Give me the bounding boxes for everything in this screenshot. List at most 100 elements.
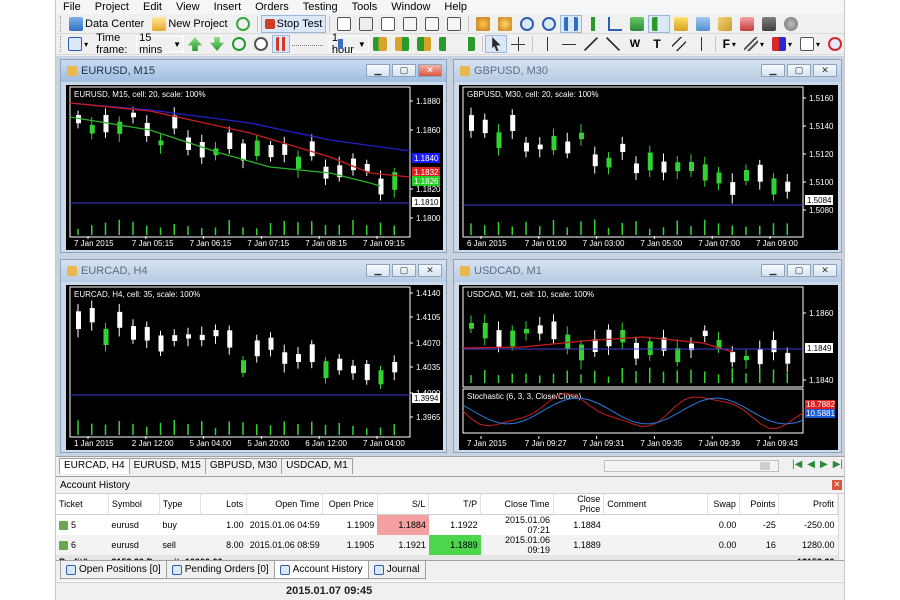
wave-button[interactable]: W xyxy=(624,35,646,53)
line-chart-button[interactable] xyxy=(604,15,626,33)
column-header[interactable]: Lots xyxy=(200,494,248,515)
menu-tools[interactable]: Tools xyxy=(345,0,385,14)
zoom-in-button[interactable] xyxy=(516,15,538,33)
chart-tab-eurusd[interactable]: EURUSD, M15 xyxy=(128,458,206,474)
tab-open-positions[interactable]: Open Positions [0] xyxy=(60,561,167,579)
jump-button[interactable] xyxy=(369,35,391,53)
table-row[interactable]: 6 eurusd sell 8.00 2015.01.06 08:59 1.19… xyxy=(56,535,838,555)
chart-titlebar[interactable]: EURCAD, H4 ▁ ▢ ✕ xyxy=(61,260,446,282)
prev-chart-icon[interactable]: ◀ xyxy=(807,459,815,470)
crosshair-button[interactable] xyxy=(507,35,529,53)
hline-button[interactable] xyxy=(558,35,580,53)
chart-window-usdcad[interactable]: USDCAD, M1 ▁ ▢ ✕ USDCAD, M1, cell: 10, s… xyxy=(453,259,842,453)
column-header[interactable]: S/L xyxy=(377,494,430,515)
chart-tab-eurcad[interactable]: EURCAD, H4 xyxy=(59,458,130,474)
bar-forward-button[interactable] xyxy=(457,35,479,53)
last-chart-icon[interactable]: ▶| xyxy=(833,459,843,470)
autoscroll-button[interactable] xyxy=(626,15,648,33)
timeframe-select[interactable]: 15 mins ▼ xyxy=(136,32,184,56)
minimize-button[interactable]: ▁ xyxy=(366,264,390,277)
menu-file[interactable]: File xyxy=(56,0,88,14)
strategy2-button[interactable] xyxy=(494,15,516,33)
reload-button[interactable] xyxy=(228,35,250,53)
chart-titlebar[interactable]: USDCAD, M1 ▁ ▢ ✕ xyxy=(454,260,841,282)
maximize-button[interactable]: ▢ xyxy=(787,264,811,277)
news-button[interactable] xyxy=(736,15,758,33)
first-chart-icon[interactable]: |◀ xyxy=(792,459,802,470)
column-header[interactable]: Close Price xyxy=(553,494,605,515)
menu-insert[interactable]: Insert xyxy=(207,0,249,14)
candle-chart-button[interactable] xyxy=(582,15,604,33)
print-button[interactable] xyxy=(355,15,377,33)
chart-window-eurcad[interactable]: EURCAD, H4 ▁ ▢ ✕ EURCAD, H4, cell: 35, s… xyxy=(60,259,447,453)
fibonacci-button[interactable]: F ▾ xyxy=(719,35,740,53)
ray-button[interactable] xyxy=(602,35,624,53)
stop-test-button[interactable]: Stop Test xyxy=(260,14,327,33)
tab-account-history[interactable]: Account History xyxy=(273,561,369,579)
column-header[interactable]: Open Time xyxy=(246,494,324,515)
cursor-button[interactable] xyxy=(485,35,508,53)
menu-edit[interactable]: Edit xyxy=(136,0,169,14)
portrait-button[interactable] xyxy=(333,15,355,33)
fill-button[interactable]: ▾ xyxy=(796,35,824,53)
next-chart-icon[interactable]: ▶ xyxy=(820,459,828,470)
step-down-button[interactable] xyxy=(206,35,228,53)
column-header[interactable]: T/P xyxy=(428,494,482,515)
chart-window-eurusd[interactable]: EURUSD, M15 ▁ ▢ ✕ EURUSD, M15, cell: 20,… xyxy=(60,59,447,253)
screenshot-button[interactable] xyxy=(758,15,780,33)
chart-titlebar[interactable]: EURUSD, M15 ▁ ▢ ✕ xyxy=(61,60,446,82)
minimize-button[interactable]: ▁ xyxy=(761,264,785,277)
menu-project[interactable]: Project xyxy=(88,0,136,14)
chart-type-button[interactable]: ▾ xyxy=(64,35,92,53)
minimize-button[interactable]: ▁ xyxy=(761,64,785,77)
data-center-button[interactable]: Data Center xyxy=(65,15,148,33)
line-style-button[interactable]: ▾ xyxy=(740,35,768,53)
chart-shift-button[interactable] xyxy=(648,14,671,33)
column-header[interactable]: Close Time xyxy=(480,494,554,515)
zoom-out-button[interactable] xyxy=(538,15,560,33)
scrollbar-thumb[interactable] xyxy=(760,462,770,470)
menu-help[interactable]: Help xyxy=(437,0,474,14)
maximize-button[interactable]: ▢ xyxy=(787,64,811,77)
chart-window-gbpusd[interactable]: GBPUSD, M30 ▁ ▢ ✕ GBPUSD, M30, cell: 20,… xyxy=(453,59,842,253)
menu-orders[interactable]: Orders xyxy=(248,0,296,14)
bar-back-button[interactable] xyxy=(435,35,457,53)
close-button[interactable]: ✕ xyxy=(813,64,837,77)
add-indicator-button[interactable] xyxy=(670,15,692,33)
check-button[interactable] xyxy=(443,15,465,33)
menu-view[interactable]: View xyxy=(169,0,207,14)
indicator-button[interactable] xyxy=(399,15,421,33)
chart-tab-usdcad[interactable]: USDCAD, M1 xyxy=(281,458,353,474)
chart-canvas[interactable]: EURCAD, H4, cell: 35, scale: 100% 1.4140 1… xyxy=(66,285,443,450)
tick-button[interactable] xyxy=(250,35,272,53)
vline-button[interactable] xyxy=(536,35,558,53)
table-row[interactable]: 5 eurusd buy 1.00 2015.01.06 04:59 1.190… xyxy=(56,514,838,535)
color-button[interactable]: ▾ xyxy=(768,35,796,53)
step-up-button[interactable] xyxy=(184,35,206,53)
new-project-button[interactable]: New Project xyxy=(148,15,231,33)
forward-button[interactable] xyxy=(413,35,435,53)
column-header[interactable]: Profit xyxy=(778,494,838,515)
chart-canvas[interactable]: GBPUSD, M30, cell: 20, scale: 100% 1.5160… xyxy=(459,85,838,250)
maximize-button[interactable]: ▢ xyxy=(392,264,416,277)
settings-button[interactable] xyxy=(780,15,802,33)
trendline-button[interactable] xyxy=(580,35,602,53)
maximize-button[interactable]: ▢ xyxy=(392,64,416,77)
column-header[interactable]: Swap xyxy=(707,494,740,515)
channel-button[interactable] xyxy=(668,35,690,53)
tab-journal[interactable]: Journal xyxy=(367,561,426,579)
speed-slider[interactable] xyxy=(290,36,343,52)
speed-slider-thumb[interactable] xyxy=(337,39,343,49)
strategy-button[interactable] xyxy=(472,15,494,33)
ruler-button[interactable] xyxy=(714,15,736,33)
column-header[interactable]: Open Price xyxy=(322,494,378,515)
column-header[interactable]: Symbol xyxy=(108,494,160,515)
magnet-button[interactable] xyxy=(824,35,844,53)
horizontal-scrollbar[interactable] xyxy=(604,460,779,472)
templates-button[interactable] xyxy=(692,15,714,33)
chart-canvas[interactable]: USDCAD, M1, cell: 10, scale: 100% 1.1860 1… xyxy=(459,285,838,450)
column-header[interactable]: Points xyxy=(739,494,780,515)
menu-window[interactable]: Window xyxy=(384,0,437,14)
back-button[interactable] xyxy=(391,35,413,53)
menu-testing[interactable]: Testing xyxy=(296,0,345,14)
